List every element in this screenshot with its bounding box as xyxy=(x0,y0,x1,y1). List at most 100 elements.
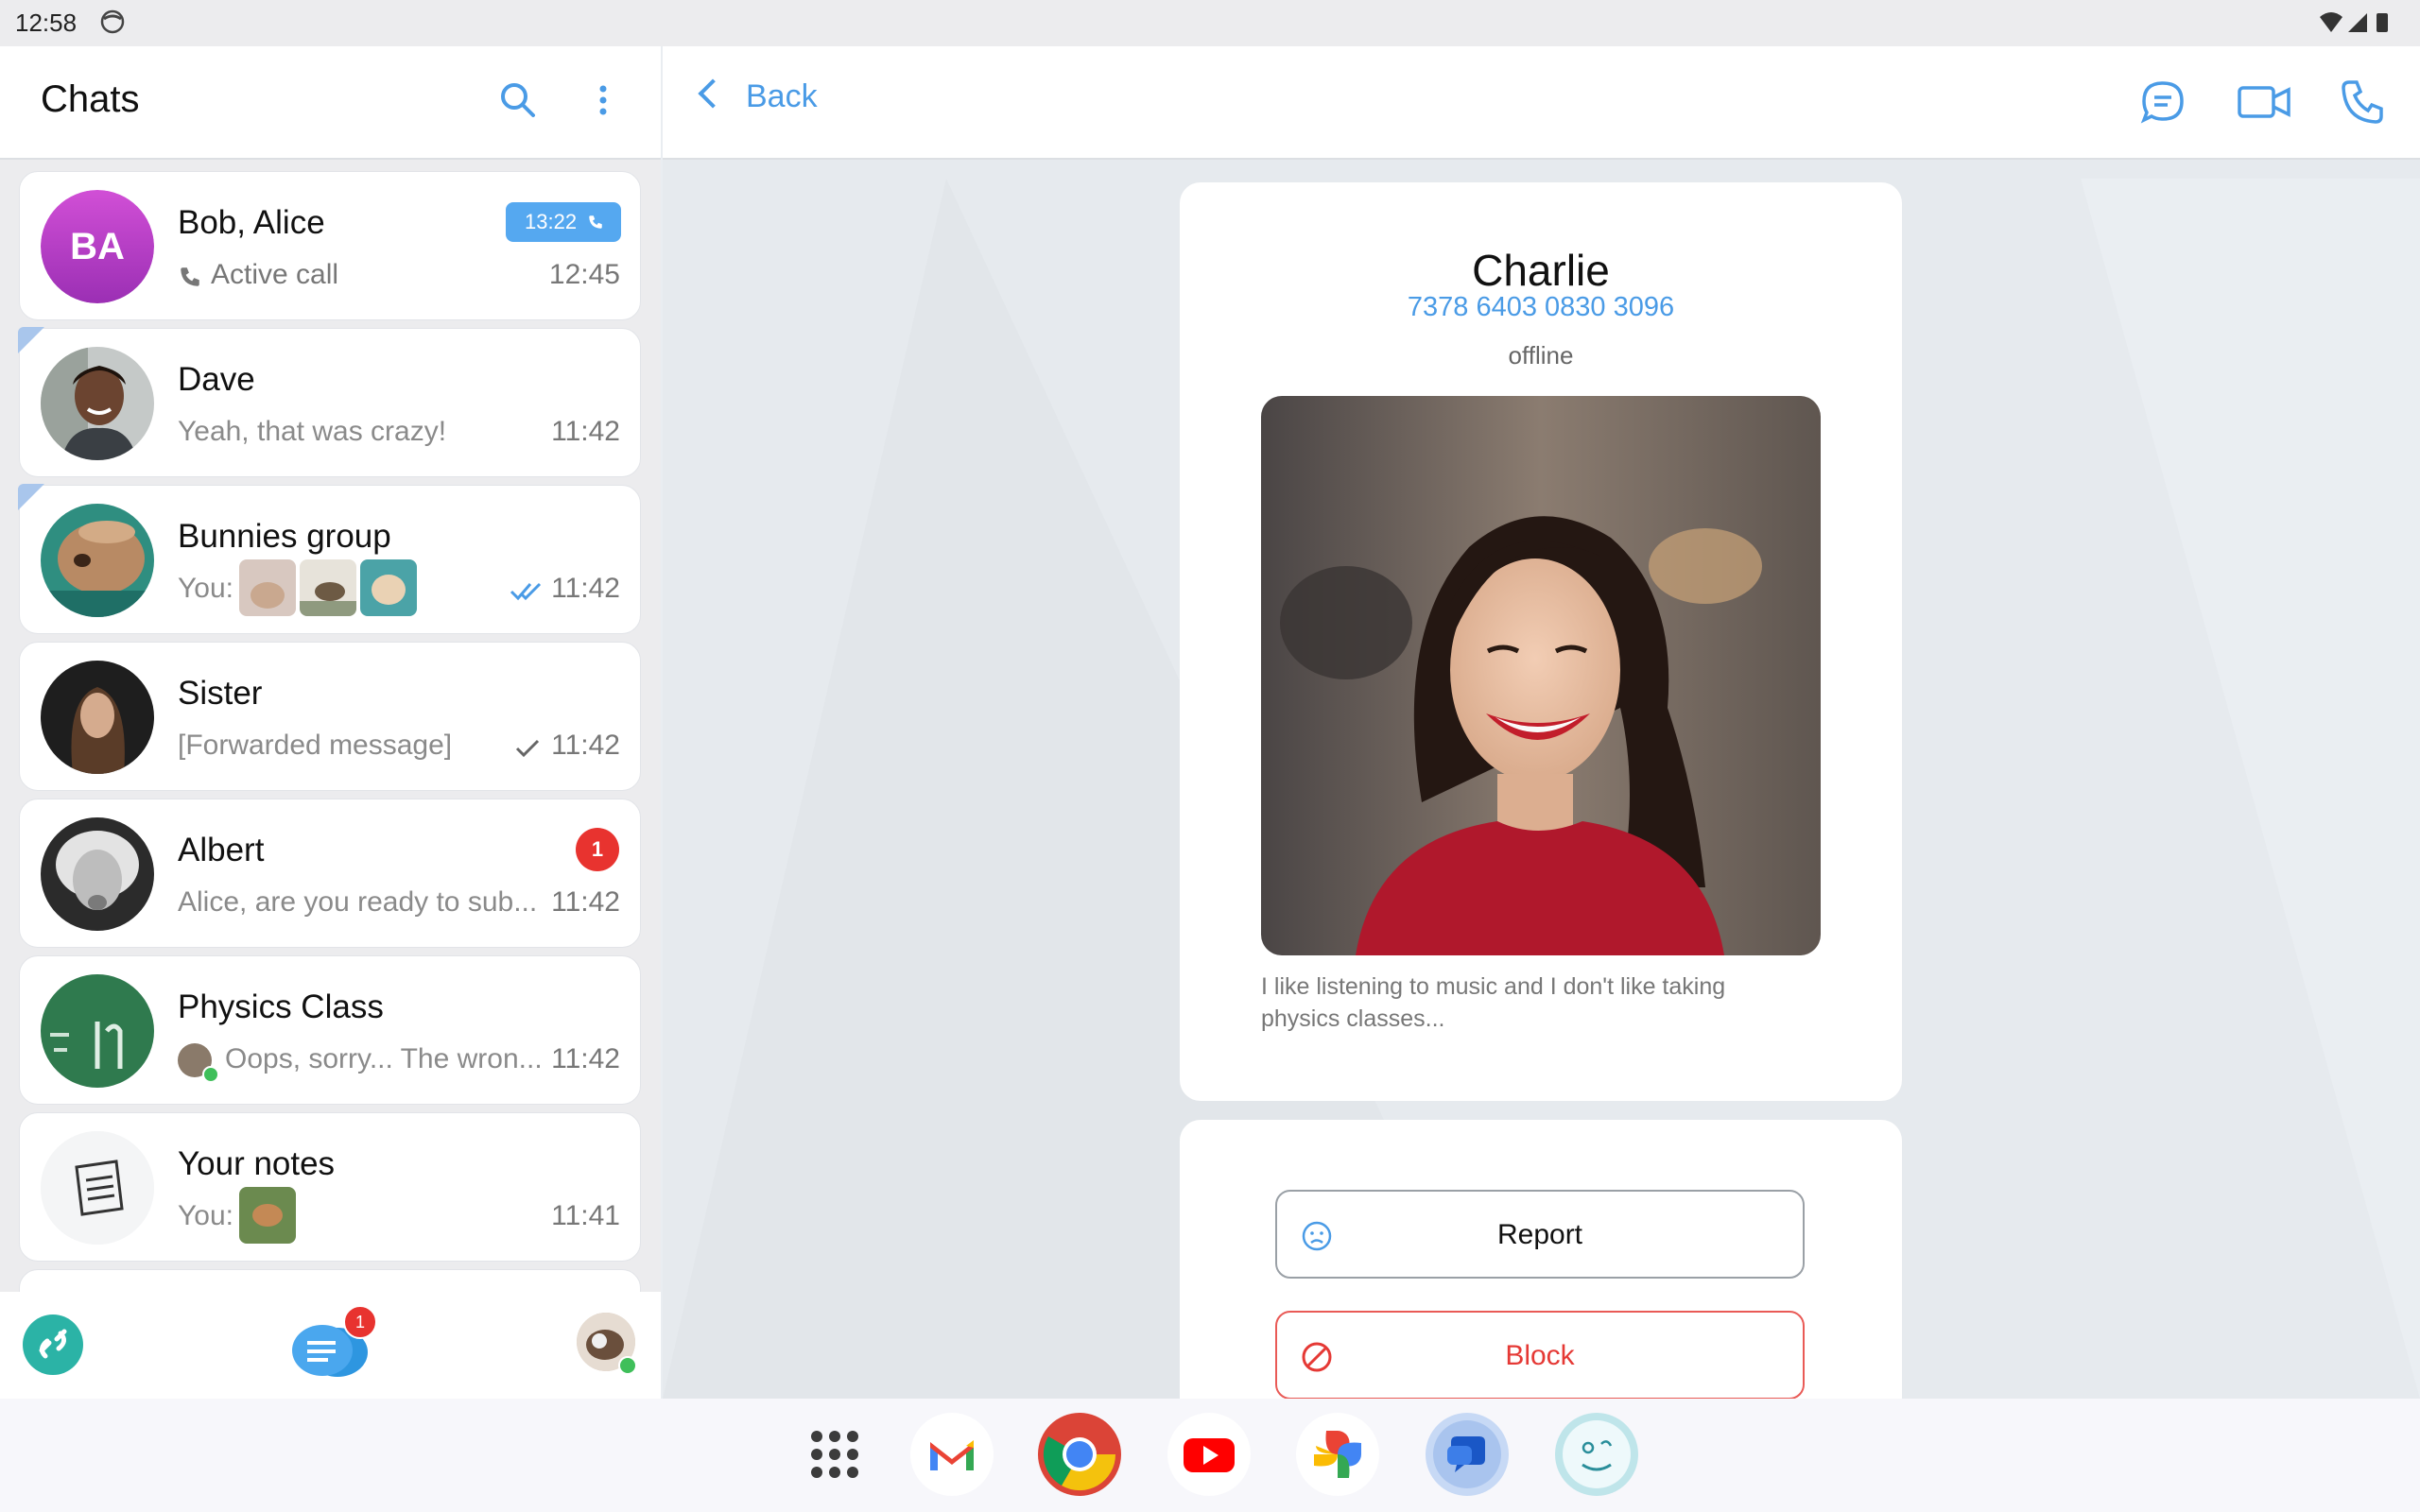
chat-name: Your notes xyxy=(178,1145,336,1182)
back-button[interactable]: Back xyxy=(689,78,818,115)
thumbnail xyxy=(300,559,356,616)
chat-preview: You: xyxy=(178,1200,233,1231)
block-label: Block xyxy=(1505,1340,1575,1371)
chevron-left-icon xyxy=(698,78,728,109)
chat-preview: You: xyxy=(178,573,233,604)
active-call-badge[interactable]: 13:22 xyxy=(506,202,621,242)
media-thumbnails xyxy=(239,559,417,616)
chat-name: Bunnies group xyxy=(178,518,391,555)
chat-preview: Active call xyxy=(211,259,339,290)
messages-icon[interactable] xyxy=(1425,1412,1510,1497)
chat-time: 11:42 xyxy=(551,886,620,918)
block-icon xyxy=(1302,1342,1332,1372)
link-icon[interactable] xyxy=(21,1313,85,1377)
chat-time: 11:42 xyxy=(551,730,620,761)
avatar xyxy=(41,504,154,617)
back-label: Back xyxy=(746,78,818,114)
avatar xyxy=(41,661,154,774)
double-check-icon xyxy=(510,582,542,601)
taskbar xyxy=(0,1399,2420,1512)
sad-face-icon xyxy=(1302,1221,1332,1251)
report-button[interactable]: Report xyxy=(1275,1190,1805,1279)
page-title: Chats xyxy=(41,78,140,120)
chat-preview: [Forwarded message] xyxy=(178,730,453,761)
chat-name: Dave xyxy=(178,361,255,398)
unread-marker xyxy=(18,327,44,353)
avatar xyxy=(41,817,154,931)
contact-phone[interactable]: 7378 6403 0830 3096 xyxy=(1180,292,1902,323)
media-thumbnails xyxy=(239,1187,296,1244)
unread-badge: 1 xyxy=(576,828,619,871)
actions-card: Report Block xyxy=(1180,1120,1902,1399)
chat-preview: Oops, sorry... The wron... xyxy=(225,1043,543,1074)
check-icon xyxy=(515,739,540,758)
chat-name: Sister xyxy=(178,675,263,712)
online-indicator xyxy=(202,1066,219,1083)
chat-item-dave[interactable]: Dave Yeah, that was crazy! 11:42 xyxy=(18,327,641,477)
notes-icon xyxy=(41,1131,154,1245)
chat-item-bob-alice[interactable]: BA Bob, Alice Active call 12:45 13:22 xyxy=(19,171,641,320)
avatar-initials: BA xyxy=(70,226,125,267)
chat-item-partial[interactable] xyxy=(19,1269,641,1292)
contact-card: Charlie 7378 6403 0830 3096 offline I li… xyxy=(1180,182,1902,1101)
chat-list-panel: Chats BA Bob, Alice Active call 12:45 13… xyxy=(0,46,661,1399)
phone-call-icon[interactable] xyxy=(2338,77,2389,128)
system-icons xyxy=(2320,12,2388,32)
chrome-icon[interactable] xyxy=(1037,1412,1122,1497)
unread-marker xyxy=(18,484,44,510)
contact-photo[interactable] xyxy=(1261,396,1821,955)
report-label: Report xyxy=(1496,1219,1583,1250)
chat-item-bunnies-group[interactable]: Bunnies group You: 11:42 xyxy=(18,484,641,634)
phone-icon xyxy=(181,267,199,286)
photos-icon[interactable] xyxy=(1295,1412,1380,1497)
chat-list: BA Bob, Alice Active call 12:45 13:22 Da… xyxy=(0,158,661,1292)
chat-time: 11:42 xyxy=(551,573,620,604)
thumbnail xyxy=(239,1187,296,1244)
thumbnail xyxy=(360,559,417,616)
avatar xyxy=(41,347,154,460)
chat-item-sister[interactable]: Sister [Forwarded message] 11:42 xyxy=(19,642,641,791)
status-bar: 12:58 xyxy=(0,0,2420,46)
chat-header: Back xyxy=(663,46,2420,160)
status-time: 12:58 xyxy=(15,9,78,37)
battery-icon xyxy=(2377,13,2388,32)
chat-preview: Yeah, that was crazy! xyxy=(178,416,447,447)
avatar: BA xyxy=(41,190,154,303)
app-face-icon[interactable] xyxy=(1554,1412,1639,1497)
contact-bio: I like listening to music and I don't li… xyxy=(1261,973,1726,1032)
chat-item-your-notes[interactable]: Your notes You: 11:41 xyxy=(19,1112,641,1262)
avatar xyxy=(41,1131,154,1245)
message-icon[interactable] xyxy=(2137,77,2188,128)
block-button[interactable]: Block xyxy=(1275,1311,1805,1399)
search-icon[interactable] xyxy=(495,77,541,123)
chat-preview: Alice, are you ready to sub... xyxy=(178,886,538,918)
contact-name: Charlie xyxy=(1472,246,1610,295)
notification-icon xyxy=(100,9,125,34)
chat-time: 11:41 xyxy=(551,1200,620,1231)
more-vertical-icon[interactable] xyxy=(580,77,626,123)
chat-item-physics-class[interactable]: Physics Class Oops, sorry... The wron...… xyxy=(19,955,641,1105)
app-drawer-icon[interactable] xyxy=(792,1412,877,1497)
call-duration: 13:22 xyxy=(525,210,578,233)
gmail-icon[interactable] xyxy=(909,1412,994,1497)
chat-name: Albert xyxy=(178,832,265,868)
chats-header: Chats xyxy=(0,46,661,160)
chat-name: Bob, Alice xyxy=(178,204,325,241)
youtube-icon[interactable] xyxy=(1167,1412,1252,1497)
video-call-icon[interactable] xyxy=(2236,77,2292,128)
bottom-navigation: 1 xyxy=(0,1292,661,1399)
phone-icon xyxy=(589,215,602,229)
chat-time: 11:42 xyxy=(551,1043,620,1074)
signal-icon xyxy=(2348,13,2367,32)
chat-name: Physics Class xyxy=(178,988,384,1025)
chat-time: 11:42 xyxy=(551,416,620,447)
online-indicator xyxy=(618,1356,637,1375)
wifi-icon xyxy=(2320,12,2342,32)
contact-status: offline xyxy=(1508,341,1574,369)
chats-tab-badge: 1 xyxy=(343,1305,377,1339)
contact-profile-panel: Back Charlie 7378 6403 0830 3096 offline xyxy=(663,46,2420,1399)
thumbnail xyxy=(239,559,296,616)
chat-item-albert[interactable]: Albert Alice, are you ready to sub... 11… xyxy=(19,799,641,948)
avatar xyxy=(41,974,154,1088)
chat-time: 12:45 xyxy=(548,259,620,290)
